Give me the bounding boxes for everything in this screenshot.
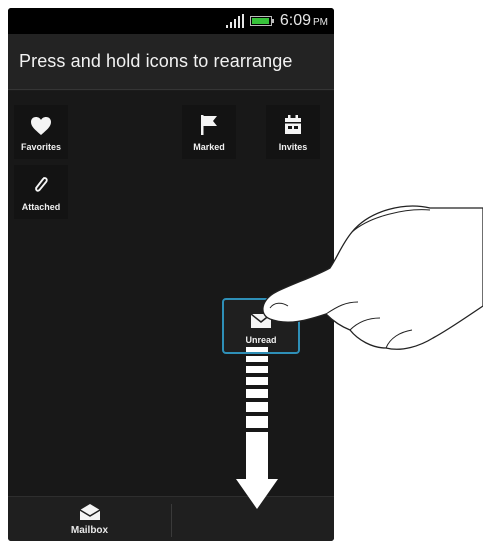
tile-favorites-label: Favorites	[20, 142, 62, 152]
tile-invites-label: Invites	[278, 142, 308, 152]
heart-icon	[31, 117, 51, 135]
page-title-bar: Press and hold icons to rearrange	[8, 34, 334, 90]
status-time-value: 6:09	[279, 12, 311, 29]
page-title: Press and hold icons to rearrange	[19, 51, 293, 71]
tab-mailbox[interactable]: Mailbox	[8, 497, 171, 541]
tile-marked[interactable]: Marked	[182, 105, 236, 159]
status-time-ampm: PM	[313, 17, 328, 28]
tile-invites[interactable]: Invites	[266, 105, 320, 159]
signal-strength-icon	[225, 14, 244, 28]
bottom-tab-bar: Mailbox	[8, 496, 334, 541]
flag-icon	[201, 115, 217, 135]
status-time: 6:09 PM	[280, 12, 328, 30]
tile-attached[interactable]: Attached	[14, 165, 68, 219]
tile-attached-label: Attached	[21, 202, 61, 212]
tab-mailbox-label: Mailbox	[70, 525, 109, 536]
pointing-hand-icon	[262, 205, 483, 350]
status-bar: 6:09 PM	[8, 8, 334, 34]
calendar-icon	[285, 115, 301, 134]
paperclip-icon	[35, 177, 48, 192]
drag-down-arrow-icon	[236, 347, 278, 509]
battery-icon	[249, 16, 274, 26]
bottom-bar-divider	[171, 504, 172, 537]
tile-favorites[interactable]: Favorites	[14, 105, 68, 159]
tile-marked-label: Marked	[193, 142, 225, 152]
open-envelope-icon	[79, 504, 100, 520]
